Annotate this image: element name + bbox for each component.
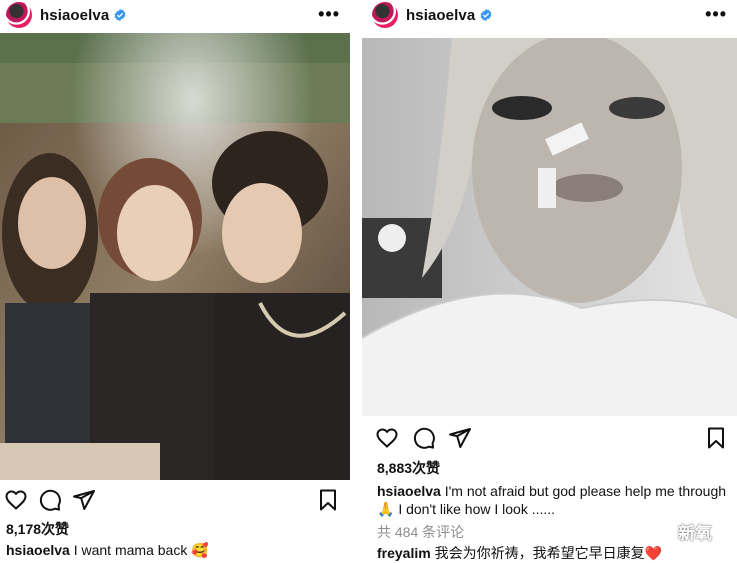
divider [350,0,362,563]
send-icon[interactable] [72,488,96,512]
watermark-logo-icon [645,525,671,540]
more-options-icon[interactable]: ••• [318,4,340,25]
post-right: hsiaoelva ••• 8,883次赞 hsiaoelva I'm not … [362,0,737,563]
post-image[interactable] [0,33,350,480]
post-header: hsiaoelva ••• [362,0,737,30]
comment: freyalim 我会为你祈祷，我希望它早日康复❤️ [377,543,662,563]
bookmark-icon[interactable] [316,488,340,512]
username[interactable]: hsiaoelva [40,7,109,24]
action-bar [362,424,737,452]
post-image[interactable] [362,38,737,416]
post-header: hsiaoelva ••• [0,0,350,30]
comment-icon[interactable] [412,426,436,450]
heart-icon[interactable] [375,426,399,450]
username[interactable]: hsiaoelva [406,7,475,24]
heart-icon[interactable] [4,488,28,512]
post-left: hsiaoelva ••• 8,178次赞 hsiaoelva I want m… [0,0,350,563]
selfie-photo [362,38,737,416]
likes-count[interactable]: 8,178次赞 [6,519,69,539]
avatar[interactable] [372,2,398,28]
comment-text: 我会为你祈祷，我希望它早日康复❤️ [434,545,663,561]
more-options-icon[interactable]: ••• [705,4,727,25]
caption-username[interactable]: hsiaoelva [377,483,441,499]
bookmark-icon[interactable] [704,426,728,450]
watermark: 新氧 [644,519,712,544]
comment-username[interactable]: freyalim [377,545,431,561]
send-icon[interactable] [448,426,472,450]
caption-text: I want mama back 🥰 [73,542,209,558]
verified-badge-icon [114,8,126,22]
watermark-label: 新氧 [678,524,712,543]
view-all-comments-link[interactable]: 共 484 条评论 [377,522,464,542]
comment-icon[interactable] [38,488,62,512]
caption-username[interactable]: hsiaoelva [6,542,70,558]
action-bar [0,486,350,514]
verified-badge-icon [480,8,492,22]
caption: hsiaoelva I want mama back 🥰 [6,541,209,559]
likes-count[interactable]: 8,883次赞 [377,458,440,478]
family-photo [0,33,350,480]
caption: hsiaoelva I'm not afraid but god please … [377,482,727,518]
avatar[interactable] [6,2,32,28]
